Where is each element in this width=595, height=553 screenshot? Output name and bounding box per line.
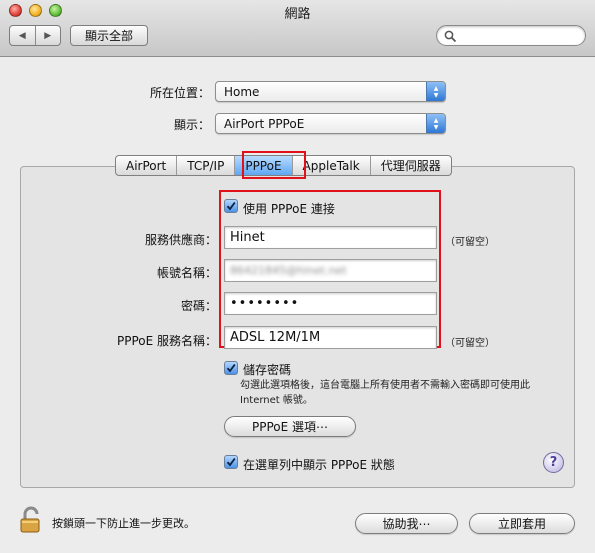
password-input[interactable]: •••••••• <box>224 292 437 315</box>
service-hint: （可留空） <box>445 338 495 349</box>
apply-now-button[interactable]: 立即套用 <box>469 513 575 534</box>
pppoe-tab-highlight <box>242 151 306 179</box>
service-input[interactable]: ADSL 12M/1M <box>224 326 437 349</box>
provider-label: 服務供應商： <box>144 233 217 247</box>
tab-proxies[interactable]: 代理伺服器 <box>369 156 451 175</box>
popup-arrows-icon: ▲ ▼ <box>426 82 445 101</box>
search-icon <box>444 30 457 43</box>
password-label: 密碼： <box>180 299 217 313</box>
show-in-menubar-checkbox[interactable] <box>224 455 238 469</box>
show-value: AirPort PPPoE <box>224 117 305 131</box>
show-all-button[interactable]: 顯示全部 <box>70 25 148 46</box>
save-password-checkbox[interactable] <box>224 361 238 375</box>
search-field[interactable] <box>436 25 586 46</box>
save-password-note: 勾選此選項格後，這台電腦上所有使用者不需輸入密碼即可使用此 Internet 帳… <box>240 380 530 406</box>
window-title: 網路 <box>284 7 311 22</box>
back-forward-control: ◀ ▶ <box>9 25 61 46</box>
use-pppoe-checkbox[interactable] <box>224 199 238 213</box>
checkmark-icon <box>226 457 236 467</box>
popup-arrows-icon: ▲ ▼ <box>426 114 445 133</box>
network-preferences-window: 網路 ◀ ▶ 顯示全部 所在位置： Home ▲ ▼ 顯示： AirPort PP… <box>0 0 595 553</box>
location-popup[interactable]: Home ▲ ▼ <box>215 81 446 102</box>
account-label: 帳號名稱： <box>156 266 217 280</box>
location-value: Home <box>224 85 260 99</box>
save-password-label: 儲存密碼 <box>243 363 292 377</box>
show-in-menubar-label: 在選單列中顯示 PPPoE 狀態 <box>243 458 395 472</box>
location-label: 所在位置： <box>149 86 210 100</box>
use-pppoe-label: 使用 PPPoE 連接 <box>243 202 335 216</box>
help-button[interactable]: ? <box>543 452 564 473</box>
account-value: 86421845@hinet.net <box>230 264 347 277</box>
lock-instructions: 按鎖頭一下防止進一步更改。 <box>52 517 195 530</box>
show-popup[interactable]: AirPort PPPoE ▲ ▼ <box>215 113 446 134</box>
title-toolbar: 網路 ◀ ▶ 顯示全部 <box>0 0 595 57</box>
provider-input[interactable]: Hinet <box>224 226 437 249</box>
pppoe-options-button[interactable]: PPPoE 選項⋯ <box>224 416 356 437</box>
forward-arrow-icon[interactable]: ▶ <box>34 26 61 45</box>
tab-tcpip[interactable]: TCP/IP <box>176 156 234 175</box>
show-label: 顯示： <box>173 118 210 132</box>
account-input[interactable]: 86421845@hinet.net <box>224 259 437 282</box>
lock-icon[interactable] <box>18 506 44 534</box>
back-arrow-icon[interactable]: ◀ <box>10 26 35 45</box>
provider-hint: （可留空） <box>445 237 495 248</box>
tab-airport[interactable]: AirPort <box>116 156 176 175</box>
checkmark-icon <box>226 363 236 373</box>
checkmark-icon <box>226 201 236 211</box>
service-label: PPPoE 服務名稱： <box>116 334 217 348</box>
assist-me-button[interactable]: 協助我⋯ <box>355 513 458 534</box>
